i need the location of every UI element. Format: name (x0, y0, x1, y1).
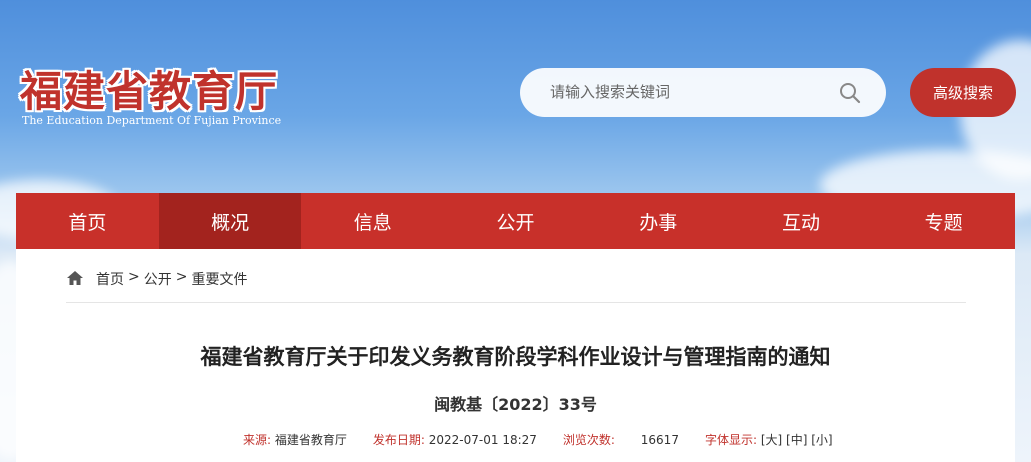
home-icon[interactable] (66, 270, 84, 286)
article-meta: 来源: 福建省教育厅 发布日期: 2022-07-01 18:27 浏览次数: … (243, 431, 859, 448)
views-value: 16617 (640, 433, 679, 447)
search-box (520, 68, 886, 117)
advanced-search-button[interactable]: 高级搜索 (910, 68, 1016, 117)
font-size-small[interactable]: [小] (811, 433, 832, 447)
breadcrumb-separator: > (128, 269, 140, 285)
nav-item-home[interactable]: 首页 (16, 193, 159, 249)
meta-source: 来源: 福建省教育厅 (243, 431, 347, 448)
meta-date: 发布日期: 2022-07-01 18:27 (373, 431, 537, 448)
breadcrumb-separator: > (175, 269, 188, 285)
article-title: 福建省教育厅关于印发义务教育阶段学科作业设计与管理指南的通知 (200, 345, 831, 369)
font-size-medium[interactable]: [中] (786, 433, 807, 447)
nav-item-overview[interactable]: 概况 (158, 193, 302, 249)
views-label: 浏览次数: (562, 433, 615, 447)
nav-item-public[interactable]: 公开 (444, 193, 587, 249)
site-logo-cn[interactable]: 福建省教育厅 (20, 58, 278, 119)
source-value: 福建省教育厅 (274, 433, 347, 447)
meta-views: 浏览次数: 16617 (563, 431, 679, 448)
main-nav: 首页 概况 信息 公开 办事 互动 专题 (16, 193, 1015, 249)
date-value: 2022-07-01 18:27 (428, 433, 537, 447)
date-label: 发布日期: (372, 433, 425, 447)
nav-item-topics[interactable]: 专题 (872, 193, 1015, 249)
font-size-large[interactable]: [大] (761, 433, 782, 447)
breadcrumb: 首页 > 公开 > 重要文件 (66, 269, 966, 303)
font-size-label: 字体显示: (704, 433, 758, 447)
meta-font-size: 字体显示: [大] [中] [小] (705, 431, 833, 448)
search-input[interactable] (550, 80, 830, 104)
site-header: 福建省教育厅 The Education Department Of Fujia… (0, 0, 1031, 192)
article-content: 首页 > 公开 > 重要文件 福建省教育厅关于印发义务教育阶段学科作业设计与管理… (16, 249, 1015, 462)
search-icon[interactable] (838, 81, 862, 105)
nav-item-services[interactable]: 办事 (587, 193, 730, 249)
breadcrumb-public[interactable]: 公开 (144, 269, 172, 289)
document-number: 闽教基〔2022〕33号 (434, 395, 597, 414)
site-logo-en: The Education Department Of Fujian Provi… (22, 114, 282, 127)
breadcrumb-important-docs[interactable]: 重要文件 (191, 269, 247, 289)
breadcrumb-home[interactable]: 首页 (96, 269, 124, 289)
nav-item-info[interactable]: 信息 (301, 193, 444, 249)
source-label: 来源: (243, 433, 272, 447)
nav-item-interaction[interactable]: 互动 (730, 193, 873, 249)
